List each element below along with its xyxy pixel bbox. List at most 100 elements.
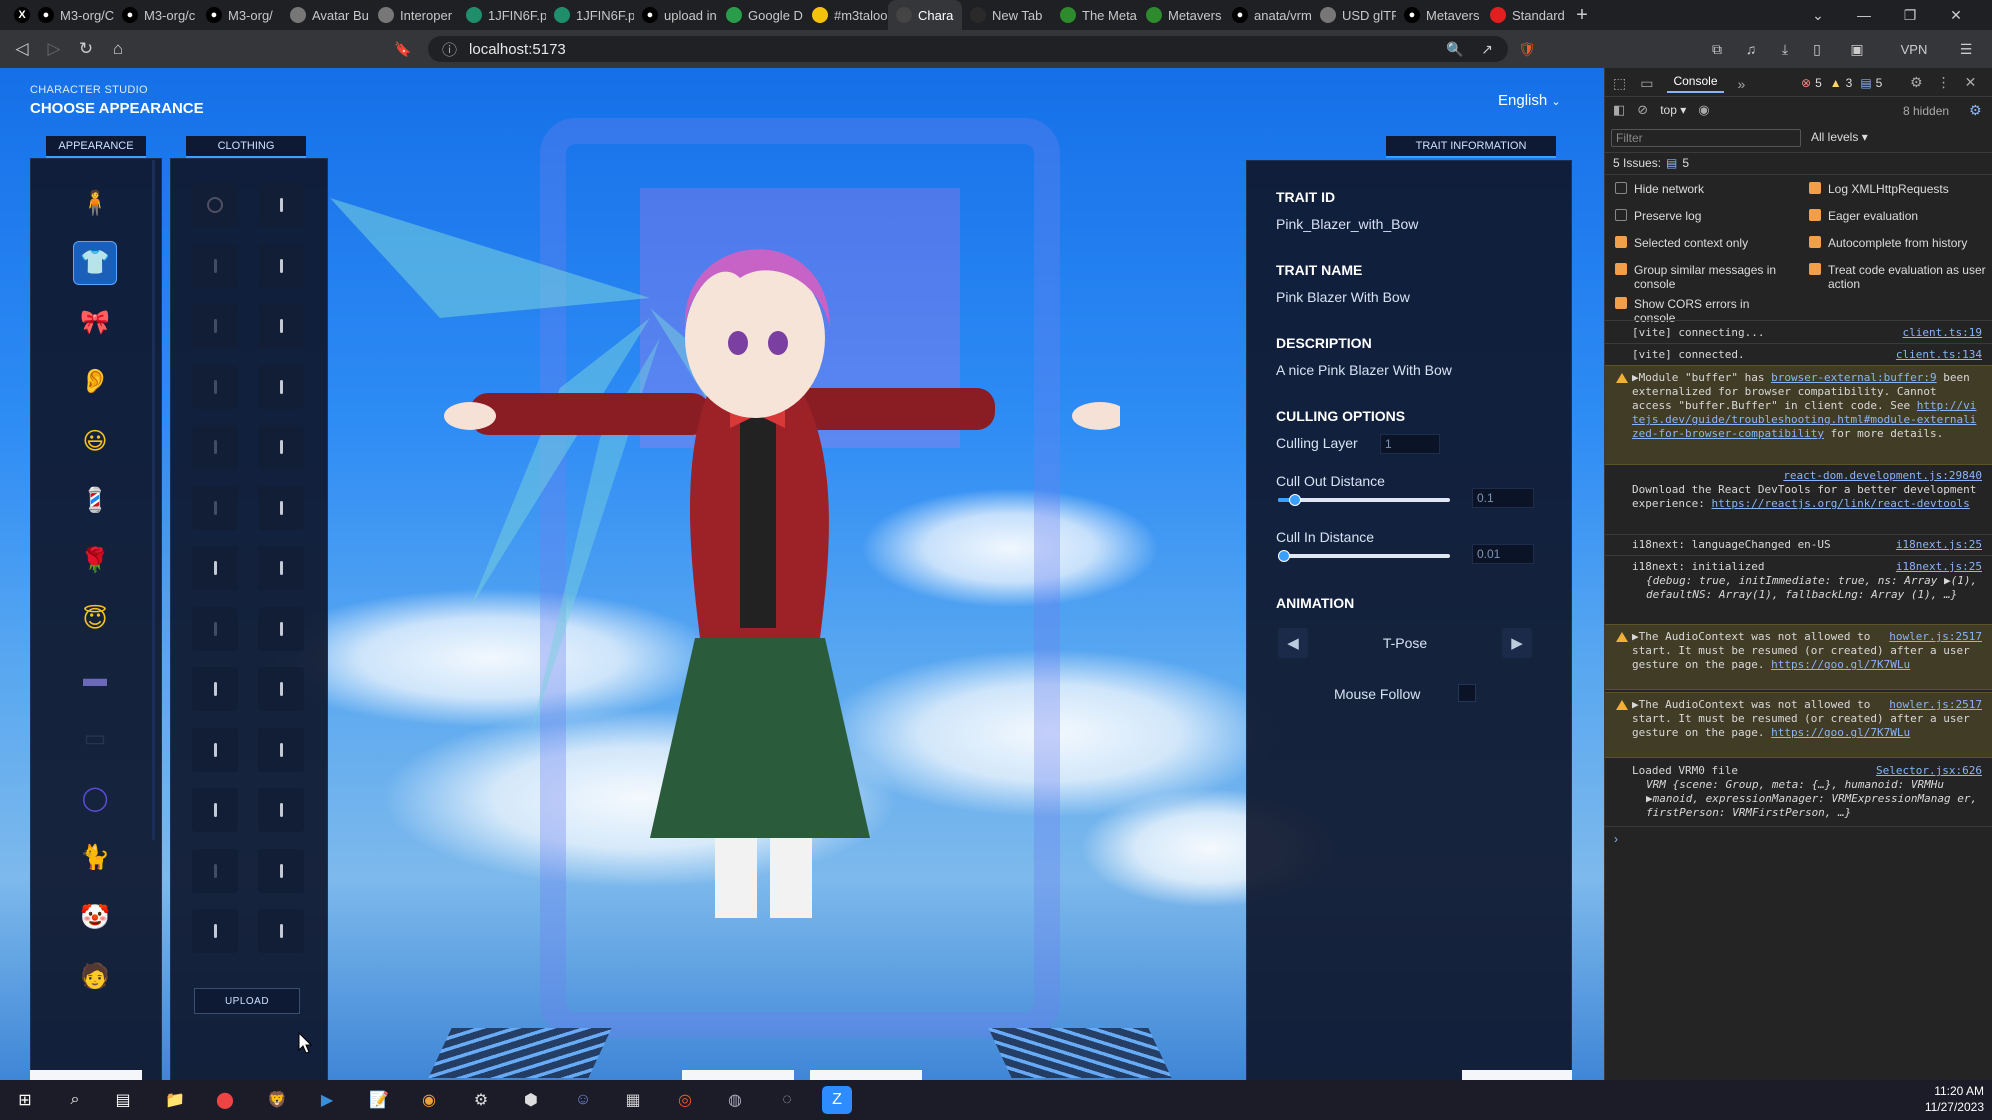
reload-icon[interactable]: ↻ bbox=[70, 33, 102, 65]
clothing-item[interactable] bbox=[258, 606, 304, 651]
console-setting[interactable]: Preserve log bbox=[1615, 209, 1793, 223]
log-link[interactable]: https://reactjs.org/link/react-devtools bbox=[1711, 497, 1969, 510]
clothing-item[interactable] bbox=[192, 425, 238, 469]
browser-tab[interactable]: ● Metavers bbox=[1396, 0, 1482, 30]
console-setting[interactable]: Hide network bbox=[1615, 182, 1793, 196]
face-icon[interactable]: 😃 bbox=[73, 419, 117, 463]
clothing-item[interactable] bbox=[258, 546, 304, 590]
media-icon[interactable]: ♫ bbox=[1740, 38, 1762, 60]
checkbox[interactable] bbox=[1615, 182, 1627, 194]
upload-button[interactable]: UPLOAD bbox=[194, 988, 300, 1014]
bow-icon[interactable]: 🎀 bbox=[73, 300, 117, 344]
settings-icon[interactable]: ⚙ bbox=[1910, 74, 1923, 91]
clothing-item[interactable] bbox=[258, 909, 304, 953]
address-bar[interactable]: ⓘ localhost:5173 bbox=[428, 36, 1508, 62]
browser-tab[interactable]: Chara✕ bbox=[888, 0, 962, 30]
log-source[interactable]: client.ts:134 bbox=[1896, 348, 1982, 362]
log-object[interactable]: {debug: true, initImmediate: true, ns: A… bbox=[1632, 574, 1982, 602]
obs-icon[interactable]: ⬤ bbox=[210, 1086, 240, 1114]
clothing-item[interactable] bbox=[192, 606, 238, 651]
terminal-icon[interactable]: ▶ bbox=[312, 1086, 342, 1114]
notepad-icon[interactable]: 📝 bbox=[364, 1086, 394, 1114]
ear-icon[interactable]: 👂 bbox=[73, 360, 117, 404]
hat-icon[interactable]: ▬ bbox=[73, 657, 117, 701]
clothing-item[interactable] bbox=[258, 183, 304, 227]
checkbox[interactable] bbox=[1615, 209, 1627, 221]
clothing-item[interactable] bbox=[192, 183, 238, 227]
console-setting[interactable]: Selected context only bbox=[1615, 236, 1793, 250]
kebab-menu-icon[interactable]: ⋮ bbox=[1937, 74, 1951, 91]
checkbox[interactable] bbox=[1809, 236, 1821, 248]
close-window-icon[interactable]: ✕ bbox=[1933, 0, 1979, 30]
console-setting[interactable]: Autocomplete from history bbox=[1809, 236, 1987, 250]
clothing-item[interactable] bbox=[258, 848, 304, 893]
search-icon[interactable]: ⌕ bbox=[60, 1086, 90, 1114]
cull-out-slider[interactable] bbox=[1278, 494, 1450, 506]
cull-in-input[interactable]: 0.01 bbox=[1472, 544, 1534, 564]
task-view-icon[interactable]: ▤ bbox=[108, 1086, 138, 1114]
app-icon[interactable]: ◌ bbox=[772, 1086, 802, 1114]
browser-tab[interactable]: ● M3-org/c bbox=[114, 0, 198, 30]
back-icon[interactable]: ◁ bbox=[6, 33, 38, 65]
clown-icon[interactable]: 🤡 bbox=[73, 895, 117, 939]
shirt-icon[interactable]: 👕 bbox=[73, 240, 117, 285]
browser-tab[interactable]: ● upload in bbox=[634, 0, 718, 30]
minimize-icon[interactable]: — bbox=[1841, 0, 1887, 30]
barber-pole-icon[interactable]: 💈 bbox=[73, 479, 117, 523]
new-tab-button[interactable]: + bbox=[1568, 4, 1596, 27]
device-toggle-icon[interactable]: ▭ bbox=[1640, 75, 1653, 92]
browser-tab[interactable]: 1JFIN6F.p bbox=[546, 0, 634, 30]
wallet-icon[interactable]: ▣ bbox=[1846, 38, 1868, 60]
log-levels-select[interactable]: All levels ▾ bbox=[1811, 130, 1868, 144]
clothing-item[interactable] bbox=[192, 243, 238, 288]
person-icon[interactable]: 🧑 bbox=[73, 955, 117, 999]
extensions-icon[interactable]: ⧉ bbox=[1706, 38, 1728, 60]
log-source[interactable]: i18next.js:25 bbox=[1896, 560, 1982, 574]
clothing-item[interactable] bbox=[192, 304, 238, 348]
clothing-item[interactable] bbox=[258, 727, 304, 772]
browser-tab[interactable]: Interoper bbox=[370, 0, 458, 30]
browser-tab[interactable]: Avatar Bu bbox=[282, 0, 370, 30]
clothing-item[interactable] bbox=[258, 667, 304, 711]
inspect-icon[interactable]: ⬚ bbox=[1613, 75, 1626, 92]
browser-tab[interactable]: New Tab bbox=[962, 0, 1052, 30]
log-source[interactable]: react-dom.development.js:29840 bbox=[1783, 469, 1982, 483]
halo-icon[interactable]: 😇 bbox=[73, 598, 117, 642]
error-count[interactable]: 5 bbox=[1815, 76, 1822, 90]
clothing-item[interactable] bbox=[192, 364, 238, 409]
app-icon[interactable]: ▦ bbox=[618, 1086, 648, 1114]
unity-icon[interactable]: ⬢ bbox=[516, 1086, 546, 1114]
tab-console[interactable]: Console bbox=[1667, 74, 1724, 93]
share-icon[interactable]: ↗ bbox=[1476, 38, 1498, 60]
log-source[interactable]: howler.js:2517 bbox=[1889, 698, 1982, 712]
rose-icon[interactable]: 🌹 bbox=[73, 538, 117, 582]
issues-bar[interactable]: 5 Issues: ▤ 5 bbox=[1613, 156, 1689, 170]
close-devtools-icon[interactable]: ✕ bbox=[1965, 74, 1977, 91]
clothing-item[interactable] bbox=[258, 304, 304, 348]
console-prompt[interactable]: › bbox=[1614, 832, 1618, 846]
clothing-item[interactable] bbox=[192, 546, 238, 590]
tab-appearance[interactable]: APPEARANCE bbox=[46, 136, 146, 158]
checkbox[interactable] bbox=[1615, 297, 1627, 309]
log-source[interactable]: Selector.jsx:626 bbox=[1876, 764, 1982, 778]
ring-icon[interactable]: ◯ bbox=[73, 776, 117, 820]
app-icon[interactable]: ◍ bbox=[720, 1086, 750, 1114]
blender-icon[interactable]: ◉ bbox=[414, 1086, 444, 1114]
glasses-icon[interactable]: ▭ bbox=[73, 717, 117, 761]
warning-count[interactable]: 3 bbox=[1846, 76, 1853, 90]
clear-console-icon[interactable]: ⊘ bbox=[1637, 102, 1648, 118]
animation-prev-button[interactable]: ◀ bbox=[1278, 628, 1308, 658]
log-link[interactable]: https://goo.gl/7K7WLu bbox=[1771, 726, 1910, 739]
sidebar-icon[interactable]: ▯ bbox=[1806, 38, 1828, 60]
language-select[interactable]: English ⌄ bbox=[1498, 92, 1561, 109]
site-info-icon[interactable]: ⓘ bbox=[442, 39, 457, 60]
appearance-scrollbar[interactable] bbox=[152, 160, 155, 840]
browser-tab[interactable]: Google D bbox=[718, 0, 804, 30]
body-icon[interactable]: 🧍 bbox=[73, 181, 117, 225]
checkbox[interactable] bbox=[1809, 209, 1821, 221]
brave-shield-icon[interactable]: 🛡 bbox=[1516, 38, 1538, 60]
forward-icon[interactable]: ▷ bbox=[38, 33, 70, 65]
clothing-item[interactable] bbox=[192, 485, 238, 530]
log-link[interactable]: browser-external:buffer:9 bbox=[1771, 371, 1937, 384]
clothing-item[interactable] bbox=[192, 727, 238, 772]
